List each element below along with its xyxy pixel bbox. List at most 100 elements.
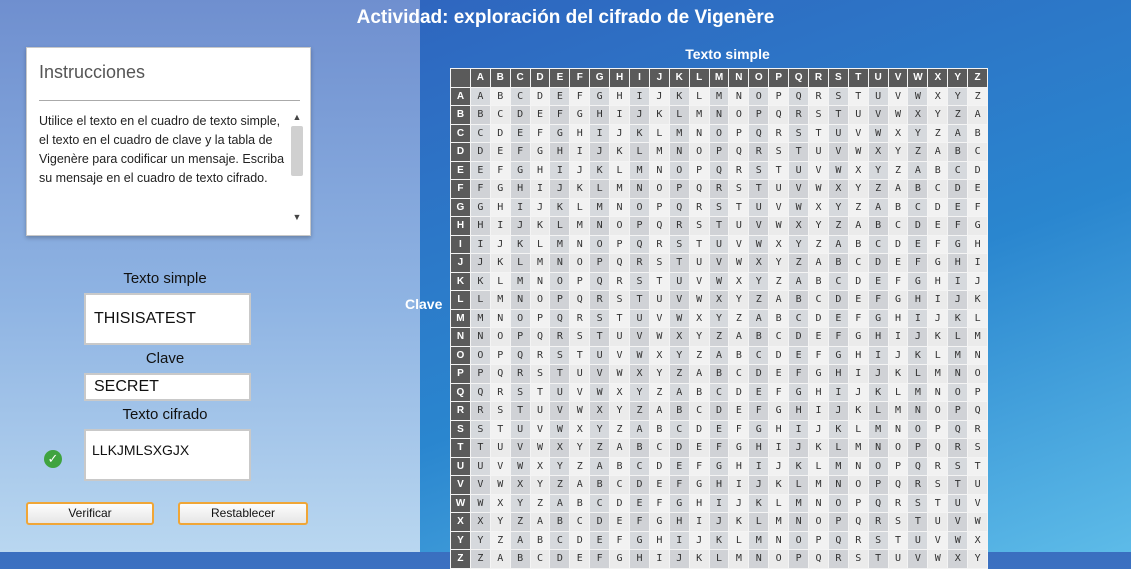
table-cell: R: [648, 234, 670, 254]
table-cell: T: [728, 197, 750, 217]
table-cell: E: [688, 438, 710, 458]
table-cell: W: [509, 456, 531, 476]
table-cell: Z: [469, 549, 491, 569]
instructions-scrollbar[interactable]: ▲ ▼: [290, 112, 304, 224]
table-cell: L: [509, 253, 531, 273]
table-row: CCDEFGHIJKLMNOPQRSTUVWXYZAB: [450, 123, 989, 143]
table-cell: A: [867, 197, 889, 217]
table-row: QQRSTUVWXYZABCDEFGHIJKLMNOP: [450, 382, 989, 402]
table-cell: H: [648, 530, 670, 550]
table-cell: E: [648, 475, 670, 495]
table-cell: Z: [768, 271, 790, 291]
plaintext-field[interactable]: THISISATEST: [84, 293, 251, 345]
table-cell: Q: [648, 216, 670, 236]
table-cell: E: [847, 290, 869, 310]
table-cell: P: [927, 419, 949, 439]
row-header: E: [450, 160, 471, 180]
table-cell: O: [768, 549, 790, 569]
table-cell: L: [808, 456, 829, 476]
verify-button[interactable]: Verificar: [26, 502, 154, 525]
table-row: MMNOPQRSTUVWXYZABCDEFGHIJKL: [450, 308, 989, 328]
column-header: D: [529, 68, 551, 88]
table-cell: I: [489, 216, 511, 236]
table-cell: V: [788, 179, 810, 199]
column-header: F: [569, 68, 591, 88]
table-cell: V: [887, 86, 909, 106]
table-cell: N: [469, 327, 491, 347]
table-cell: G: [728, 438, 750, 458]
table-cell: X: [708, 290, 730, 310]
table-cell: A: [648, 401, 670, 421]
table-cell: P: [708, 142, 730, 162]
table-cell: N: [847, 456, 869, 476]
table-cell: Q: [907, 456, 929, 476]
table-row: BBCDEFGHIJKLMNOPQRSTUVWXYZA: [450, 105, 989, 125]
table-cell: I: [967, 253, 989, 273]
table-cell: N: [509, 290, 531, 310]
table-cell: I: [788, 419, 810, 439]
table-cell: M: [967, 327, 989, 347]
table-cell: F: [629, 512, 650, 532]
table-cell: H: [847, 345, 869, 365]
table-cell: G: [469, 197, 491, 217]
table-cell: H: [609, 86, 631, 106]
table-cell: L: [768, 493, 790, 513]
table-cell: F: [469, 179, 491, 199]
table-cell: R: [708, 179, 730, 199]
table-cell: F: [648, 493, 670, 513]
table-cell: H: [947, 253, 969, 273]
table-cell: Z: [688, 345, 710, 365]
table-cell: W: [549, 419, 571, 439]
table-row: PPQRSTUVWXYZABCDEFGHIJKLMNO: [450, 364, 989, 384]
scroll-down-icon[interactable]: ▼: [290, 212, 304, 224]
table-cell: P: [589, 253, 611, 273]
key-field[interactable]: SECRET: [84, 373, 251, 401]
table-cell: E: [768, 364, 790, 384]
table-cell: M: [808, 475, 829, 495]
table-cell: L: [827, 438, 849, 458]
table-top-label: Texto simple: [685, 46, 770, 62]
table-cell: C: [668, 419, 690, 439]
scroll-thumb[interactable]: [291, 126, 303, 176]
table-cell: U: [768, 179, 790, 199]
table-cell: D: [808, 308, 829, 328]
table-row: WWXYZABCDEFGHIJKLMNOPQRSTUV: [450, 493, 989, 513]
table-cell: W: [788, 197, 810, 217]
table-cell: X: [947, 549, 969, 569]
table-cell: N: [489, 308, 511, 328]
table-cell: R: [469, 401, 491, 421]
table-cell: S: [629, 271, 650, 291]
table-cell: B: [788, 290, 810, 310]
table-cell: C: [867, 234, 889, 254]
table-cell: H: [509, 179, 531, 199]
table-cell: P: [489, 345, 511, 365]
page-title: Actividad: exploración del cifrado de Vi…: [356, 7, 775, 28]
table-cell: L: [469, 290, 491, 310]
table-cell: O: [788, 530, 810, 550]
table-cell: R: [927, 456, 949, 476]
table-cell: B: [609, 456, 631, 476]
reset-button[interactable]: Restablecer: [178, 502, 308, 525]
table-cell: K: [469, 271, 491, 291]
table-cell: C: [509, 86, 531, 106]
table-cell: F: [768, 382, 790, 402]
ciphertext-field[interactable]: LLKJMLSXGJX: [84, 429, 251, 481]
table-cell: R: [688, 197, 710, 217]
table-cell: D: [708, 401, 730, 421]
table-cell: Y: [668, 345, 690, 365]
table-cell: F: [609, 530, 631, 550]
table-cell: S: [728, 179, 750, 199]
table-cell: W: [927, 549, 949, 569]
table-cell: F: [847, 308, 869, 328]
table-cell: T: [688, 234, 710, 254]
table-cell: X: [668, 327, 690, 347]
table-cell: J: [469, 253, 491, 273]
table-cell: Z: [847, 197, 869, 217]
table-row: FFGHIJKLMNOPQRSTUVWXYZABCDE: [450, 179, 989, 199]
table-cell: Z: [827, 216, 849, 236]
scroll-up-icon[interactable]: ▲: [290, 112, 304, 124]
table-cell: Y: [927, 105, 949, 125]
table-cell: Q: [827, 530, 849, 550]
table-cell: I: [688, 512, 710, 532]
table-cell: Y: [887, 142, 909, 162]
